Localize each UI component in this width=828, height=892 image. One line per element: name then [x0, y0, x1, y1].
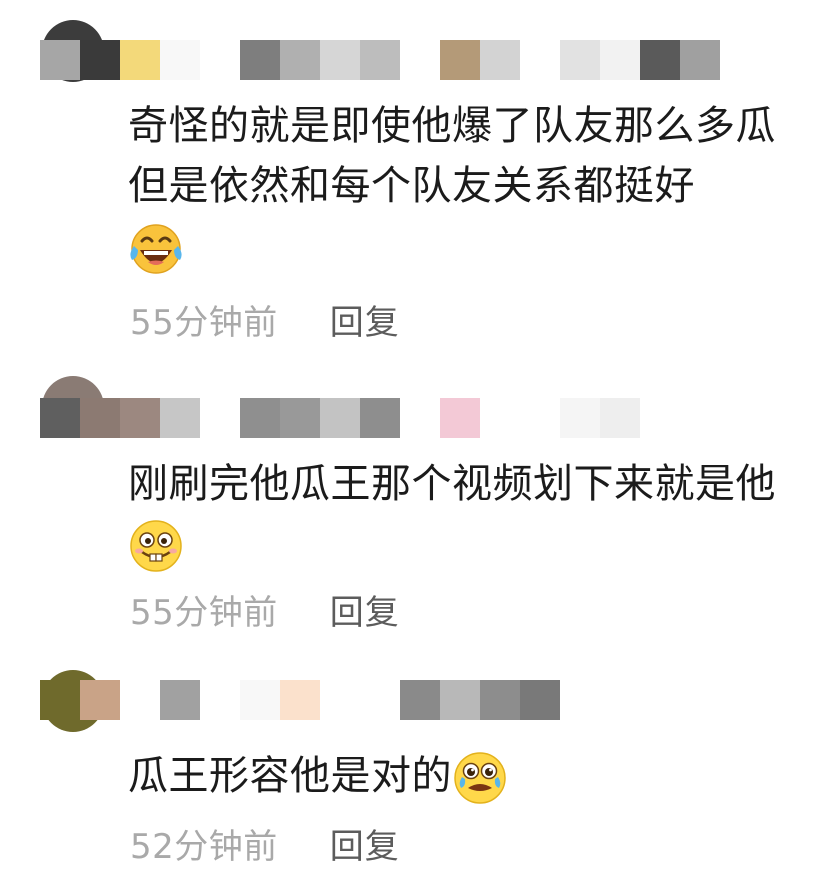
mosaic-cell [520, 680, 560, 720]
comment-list: 奇怪的就是即使他爆了队友那么多瓜但是依然和每个队友关系都挺好 55分钟前 回复 … [0, 0, 828, 892]
laughing-with-tears-emoji [128, 220, 184, 276]
mosaic-cell [80, 680, 120, 720]
comment-text: 瓜王形容他是对的 [128, 746, 808, 806]
timestamp: 55分钟前 [130, 302, 278, 343]
mosaic-cell [440, 40, 480, 80]
mosaic-cell [600, 40, 640, 80]
mosaic-cell [160, 398, 200, 438]
mosaic-cell [280, 398, 320, 438]
mosaic-cell [480, 680, 520, 720]
mosaic-cell [400, 398, 440, 438]
mosaic-cell [200, 398, 240, 438]
mosaic-cell [40, 398, 80, 438]
mosaic-cell [120, 398, 160, 438]
mosaic-cell [40, 680, 80, 720]
comment-body: 刚刷完他瓜王那个视频划下来就是他 [128, 461, 776, 507]
comment-text: 刚刷完他瓜王那个视频划下来就是他 [128, 454, 808, 574]
reply-button[interactable]: 回复 [330, 295, 400, 344]
teary-eyed-emoji [452, 750, 508, 806]
comment-body: 奇怪的就是即使他爆了队友那么多瓜但是依然和每个队友关系都挺好 [128, 103, 776, 209]
mosaic-cell [600, 398, 640, 438]
comment-item: 瓜王形容他是对的 52分钟前 回复 [0, 662, 828, 892]
mosaic-cell [400, 680, 440, 720]
mosaic-cell [360, 680, 400, 720]
timestamp: 52分钟前 [130, 826, 278, 867]
mosaic-cell [520, 40, 560, 80]
mosaic-cell [440, 398, 480, 438]
mosaic-cell [200, 40, 240, 80]
username-pixelated[interactable] [40, 680, 560, 720]
mosaic-cell [280, 40, 320, 80]
mosaic-cell [440, 680, 480, 720]
mosaic-cell [80, 40, 120, 80]
mosaic-cell [560, 398, 600, 438]
mosaic-cell [40, 40, 80, 80]
comment-item: 奇怪的就是即使他爆了队友那么多瓜但是依然和每个队友关系都挺好 55分钟前 回复 [0, 0, 828, 370]
timestamp: 55分钟前 [130, 592, 278, 633]
mosaic-cell [320, 398, 360, 438]
mosaic-cell [400, 40, 440, 80]
mosaic-cell [200, 680, 240, 720]
mosaic-cell [680, 40, 720, 80]
username-pixelated[interactable] [40, 398, 640, 438]
comment-item: 刚刷完他瓜王那个视频划下来就是他 55分钟前 回复 [0, 370, 828, 662]
comment-text: 奇怪的就是即使他爆了队友那么多瓜但是依然和每个队友关系都挺好 [128, 96, 808, 276]
mosaic-cell [320, 680, 360, 720]
mosaic-cell [320, 40, 360, 80]
comment-meta: 55分钟前 回复 [130, 294, 400, 344]
mosaic-cell [640, 40, 680, 80]
mosaic-cell [240, 398, 280, 438]
mosaic-cell [160, 40, 200, 80]
reply-button[interactable]: 回复 [330, 585, 400, 634]
mosaic-cell [480, 398, 520, 438]
mosaic-cell [120, 40, 160, 80]
comment-body: 瓜王形容他是对的 [128, 753, 452, 799]
mosaic-cell [520, 398, 560, 438]
mosaic-cell [560, 40, 600, 80]
mosaic-cell [120, 680, 160, 720]
mosaic-cell [280, 680, 320, 720]
mosaic-cell [240, 40, 280, 80]
username-pixelated[interactable] [40, 40, 720, 80]
mosaic-cell [360, 398, 400, 438]
mosaic-cell [80, 398, 120, 438]
comment-meta: 55分钟前 回复 [130, 584, 400, 634]
mosaic-cell [160, 680, 200, 720]
comment-meta: 52分钟前 回复 [130, 818, 400, 868]
bucktooth-grin-emoji [128, 518, 184, 574]
reply-button[interactable]: 回复 [330, 819, 400, 868]
mosaic-cell [360, 40, 400, 80]
mosaic-cell [240, 680, 280, 720]
mosaic-cell [480, 40, 520, 80]
